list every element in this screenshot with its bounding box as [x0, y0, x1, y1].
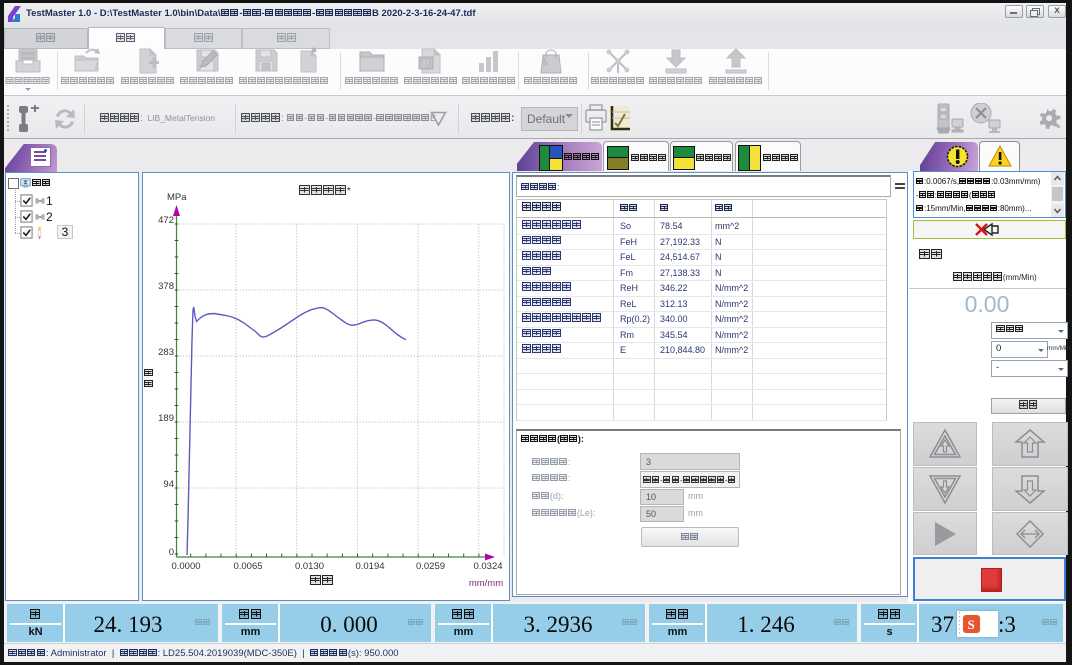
svg-text:0.0259: 0.0259 [416, 561, 445, 572]
svg-text:0.0000: 0.0000 [171, 561, 200, 572]
svg-text:0.0324: 0.0324 [473, 561, 502, 572]
svg-text:0.0194: 0.0194 [355, 561, 384, 572]
svg-text:283: 283 [158, 347, 174, 358]
svg-text:P: P [423, 59, 430, 70]
svg-text:0: 0 [169, 547, 174, 558]
svg-text:378: 378 [158, 281, 174, 292]
svg-text:472: 472 [158, 215, 174, 226]
svg-text:189: 189 [158, 413, 174, 424]
svg-text:94: 94 [163, 479, 174, 490]
svg-text:0.0065: 0.0065 [233, 561, 262, 572]
svg-text:MPa: MPa [167, 192, 187, 203]
svg-text:0.0130: 0.0130 [295, 561, 324, 572]
svg-text:mm/mm: mm/mm [469, 578, 503, 589]
